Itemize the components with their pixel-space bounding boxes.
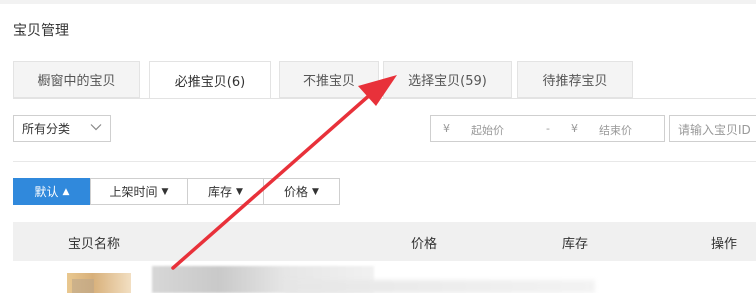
annotation-arrow-icon xyxy=(171,75,397,270)
